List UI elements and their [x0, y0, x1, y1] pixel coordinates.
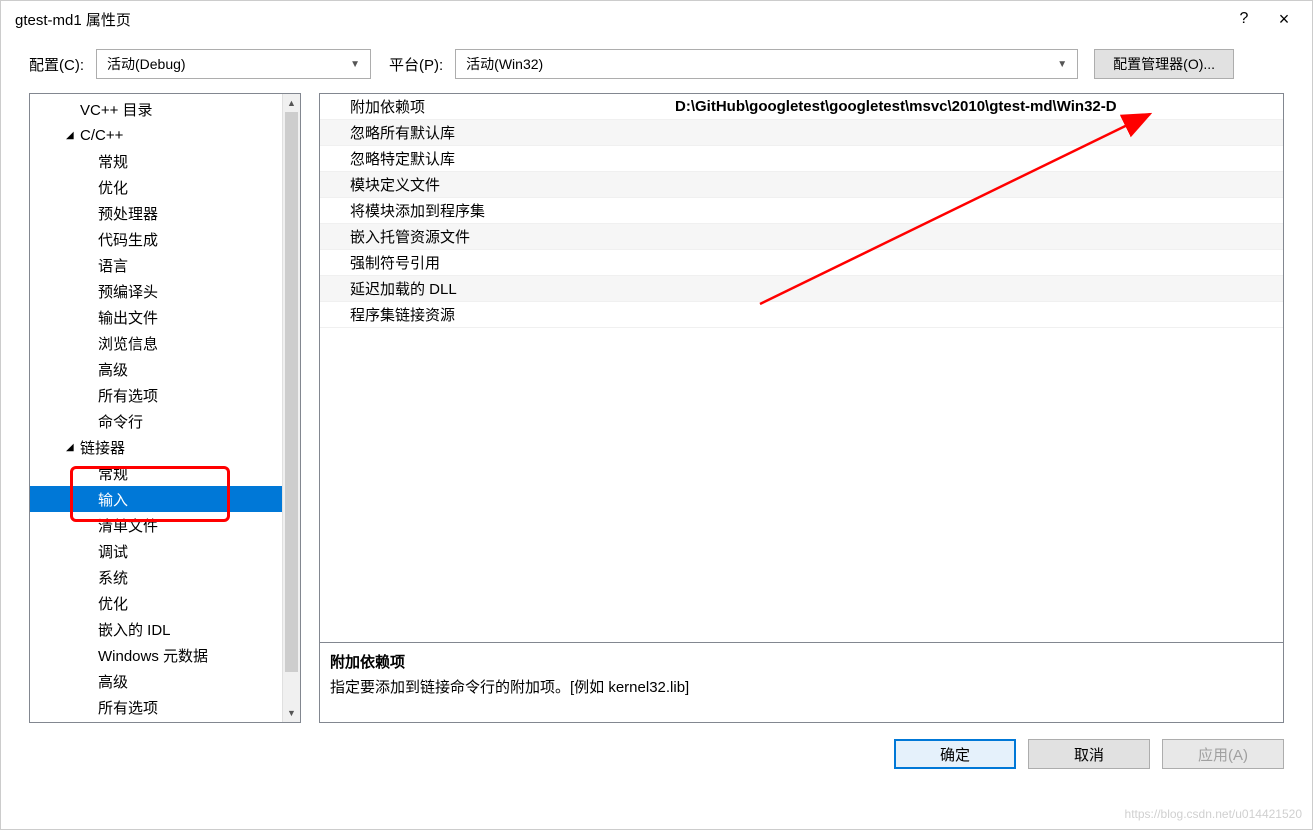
property-name: 程序集链接资源	[320, 304, 675, 325]
tree-item-label: 所有选项	[98, 697, 158, 718]
tree-item[interactable]: 输出文件	[30, 304, 282, 330]
tree-item-label: 高级	[98, 671, 128, 692]
collapse-icon: ◢	[66, 442, 80, 453]
tree-item-label: 清单文件	[98, 515, 158, 536]
config-label: 配置(C):	[29, 54, 88, 75]
property-name: 附加依赖项	[320, 96, 675, 117]
config-row: 配置(C): 活动(Debug) ▼ 平台(P): 活动(Win32) ▼ 配置…	[1, 37, 1312, 87]
property-name: 延迟加载的 DLL	[320, 278, 675, 299]
property-value[interactable]: D:\GitHub\googletest\googletest\msvc\201…	[675, 98, 1283, 115]
close-button[interactable]: ×	[1264, 9, 1304, 30]
tree-scrollbar[interactable]: ▲ ▼	[282, 94, 300, 722]
chevron-down-icon: ▼	[350, 59, 360, 70]
tree-item[interactable]: 预处理器	[30, 200, 282, 226]
tree-item[interactable]: 嵌入的 IDL	[30, 616, 282, 642]
tree-item-label: 链接器	[80, 437, 125, 458]
tree-item-label: 输出文件	[98, 307, 158, 328]
tree-item[interactable]: 优化	[30, 174, 282, 200]
tree-item-label: 系统	[98, 567, 128, 588]
tree-item-label: 预处理器	[98, 203, 158, 224]
tree-item[interactable]: ◢链接器	[30, 434, 282, 460]
tree-item[interactable]: 调试	[30, 538, 282, 564]
tree-item[interactable]: 高级	[30, 668, 282, 694]
tree-item[interactable]: 预编译头	[30, 278, 282, 304]
tree-item-label: 代码生成	[98, 229, 158, 250]
property-name: 嵌入托管资源文件	[320, 226, 675, 247]
tree-item-label: 调试	[98, 541, 128, 562]
tree-item[interactable]: Windows 元数据	[30, 642, 282, 668]
scroll-thumb[interactable]	[285, 112, 298, 672]
tree-item[interactable]: 高级	[30, 356, 282, 382]
tree-item-label: 嵌入的 IDL	[98, 619, 171, 640]
tree-item[interactable]: 清单文件	[30, 512, 282, 538]
cancel-button[interactable]: 取消	[1028, 739, 1150, 769]
property-row[interactable]: 忽略特定默认库	[320, 146, 1283, 172]
tree-item-label: C/C++	[80, 127, 123, 144]
tree-item[interactable]: VC++ 目录	[30, 96, 282, 122]
tree-item-label: 高级	[98, 359, 128, 380]
description-title: 附加依赖项	[330, 651, 1273, 672]
tree-item-label: 常规	[98, 151, 128, 172]
tree-item[interactable]: ◢C/C++	[30, 122, 282, 148]
apply-button[interactable]: 应用(A)	[1162, 739, 1284, 769]
property-name: 忽略特定默认库	[320, 148, 675, 169]
property-name: 将模块添加到程序集	[320, 200, 675, 221]
help-button[interactable]: ?	[1224, 10, 1264, 28]
tree-item-label: 预编译头	[98, 281, 158, 302]
tree-item[interactable]: 命令行	[30, 408, 282, 434]
property-row[interactable]: 延迟加载的 DLL	[320, 276, 1283, 302]
tree-item-label: 输入	[98, 489, 128, 510]
ok-button[interactable]: 确定	[894, 739, 1016, 769]
property-row[interactable]: 忽略所有默认库	[320, 120, 1283, 146]
window-title: gtest-md1 属性页	[9, 9, 1224, 30]
tree-item-label: 常规	[98, 463, 128, 484]
tree-item[interactable]: 常规	[30, 460, 282, 486]
collapse-icon: ◢	[66, 130, 80, 141]
property-row[interactable]: 附加依赖项D:\GitHub\googletest\googletest\msv…	[320, 94, 1283, 120]
watermark-text: https://blog.csdn.net/u014421520	[1125, 807, 1302, 821]
property-row[interactable]: 模块定义文件	[320, 172, 1283, 198]
config-select[interactable]: 活动(Debug) ▼	[96, 49, 371, 79]
tree: VC++ 目录◢C/C++常规优化预处理器代码生成语言预编译头输出文件浏览信息高…	[30, 94, 282, 722]
tree-item-label: 优化	[98, 593, 128, 614]
platform-select[interactable]: 活动(Win32) ▼	[455, 49, 1078, 79]
tree-item[interactable]: 语言	[30, 252, 282, 278]
tree-item[interactable]: 优化	[30, 590, 282, 616]
dialog-button-row: 确定 取消 应用(A)	[1, 723, 1312, 785]
platform-label: 平台(P):	[389, 54, 447, 75]
property-grid: 附加依赖项D:\GitHub\googletest\googletest\msv…	[319, 93, 1284, 643]
property-row[interactable]: 将模块添加到程序集	[320, 198, 1283, 224]
tree-item-label: VC++ 目录	[80, 99, 153, 120]
tree-panel: VC++ 目录◢C/C++常规优化预处理器代码生成语言预编译头输出文件浏览信息高…	[29, 93, 301, 723]
tree-item-label: 语言	[98, 255, 128, 276]
tree-item-label: Windows 元数据	[98, 645, 208, 666]
tree-item-label: 命令行	[98, 411, 143, 432]
titlebar: gtest-md1 属性页 ? ×	[1, 1, 1312, 37]
config-manager-label: 配置管理器(O)...	[1113, 54, 1215, 74]
property-name: 模块定义文件	[320, 174, 675, 195]
property-name: 强制符号引用	[320, 252, 675, 273]
chevron-down-icon: ▼	[1057, 59, 1067, 70]
scroll-up-icon[interactable]: ▲	[283, 94, 300, 112]
tree-item[interactable]: 所有选项	[30, 694, 282, 720]
property-row[interactable]: 强制符号引用	[320, 250, 1283, 276]
tree-item[interactable]: 浏览信息	[30, 330, 282, 356]
tree-item-label: 所有选项	[98, 385, 158, 406]
tree-item[interactable]: 代码生成	[30, 226, 282, 252]
property-row[interactable]: 嵌入托管资源文件	[320, 224, 1283, 250]
tree-item[interactable]: 常规	[30, 148, 282, 174]
tree-item-label: 优化	[98, 177, 128, 198]
tree-item[interactable]: 输入	[30, 486, 282, 512]
platform-value: 活动(Win32)	[466, 54, 1057, 74]
tree-item[interactable]: 系统	[30, 564, 282, 590]
description-text: 指定要添加到链接命令行的附加项。[例如 kernel32.lib]	[330, 676, 1273, 697]
config-manager-button[interactable]: 配置管理器(O)...	[1094, 49, 1234, 79]
tree-item[interactable]: 所有选项	[30, 382, 282, 408]
description-box: 附加依赖项 指定要添加到链接命令行的附加项。[例如 kernel32.lib]	[319, 643, 1284, 723]
property-name: 忽略所有默认库	[320, 122, 675, 143]
scroll-down-icon[interactable]: ▼	[283, 704, 300, 722]
config-value: 活动(Debug)	[107, 54, 350, 74]
tree-item-label: 浏览信息	[98, 333, 158, 354]
property-row[interactable]: 程序集链接资源	[320, 302, 1283, 328]
